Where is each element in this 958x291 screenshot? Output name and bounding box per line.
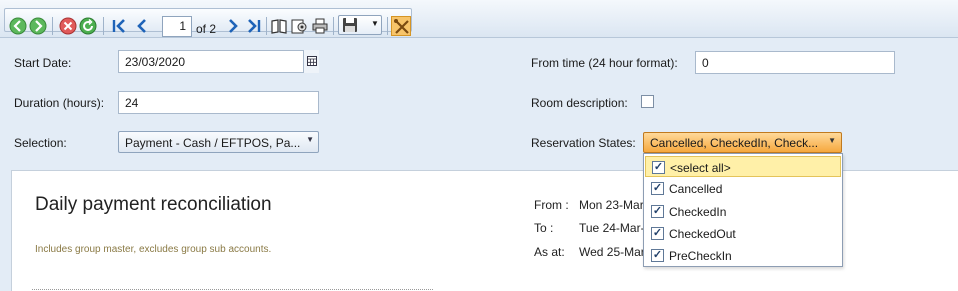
toolbar-separator	[103, 17, 104, 35]
chevron-down-icon: ▼	[371, 19, 379, 28]
refresh-icon[interactable]	[79, 17, 97, 35]
selection-dropdown[interactable]: Payment - Cash / EFTPOS, Pa... ▼	[118, 131, 319, 153]
first-page-icon[interactable]	[110, 17, 128, 35]
start-date-input[interactable]: 23/03/2020	[118, 50, 319, 73]
report-asat-label: As at:	[534, 245, 565, 259]
calendar-icon	[307, 56, 317, 66]
selection-value: Payment - Cash / EFTPOS, Pa...	[125, 136, 301, 150]
chevron-down-icon: ▼	[306, 135, 314, 144]
checkbox-checked-icon: ✓	[651, 249, 664, 262]
dropdown-item-label: PreCheckIn	[669, 249, 732, 263]
report-to-label: To :	[534, 221, 554, 235]
page-total-label: of 2	[196, 22, 217, 36]
reservation-states-list: ✓ <select all> ✓ Cancelled ✓ CheckedIn ✓…	[643, 153, 843, 267]
previous-page-icon[interactable]	[133, 17, 151, 35]
report-asat-value: Wed 25-Mar-	[579, 245, 649, 259]
print-icon[interactable]	[311, 17, 329, 35]
save-dropdown-button[interactable]: ▼	[338, 15, 382, 35]
reservation-states-value: Cancelled, CheckedIn, Check...	[650, 136, 819, 150]
report-divider	[32, 289, 433, 290]
back-icon[interactable]	[9, 17, 27, 35]
reservation-states-dropdown[interactable]: Cancelled, CheckedIn, Check... ▼	[643, 132, 842, 153]
next-page-icon[interactable]	[224, 17, 242, 35]
calendar-button[interactable]	[303, 50, 319, 73]
checkbox-checked-icon: ✓	[651, 182, 664, 195]
print-layout-icon[interactable]	[270, 17, 288, 35]
duration-input[interactable]: 24	[118, 91, 319, 114]
forward-icon[interactable]	[29, 17, 47, 35]
room-description-label: Room description:	[531, 96, 628, 110]
report-subtitle: Includes group master, excludes group su…	[35, 244, 272, 255]
report-to-value: Tue 24-Mar-	[579, 221, 645, 235]
page-number-input[interactable]: 1	[162, 16, 192, 37]
from-time-input[interactable]: 0	[695, 51, 895, 74]
report-from-value: Mon 23-Mar-	[579, 198, 648, 212]
dropdown-item-label: CheckedOut	[669, 227, 736, 241]
toolbar-separator	[387, 17, 388, 35]
save-icon	[343, 18, 357, 32]
room-description-checkbox[interactable]	[641, 95, 654, 108]
from-time-label: From time (24 hour format):	[531, 56, 678, 70]
reservation-states-label: Reservation States:	[531, 136, 636, 150]
parameters-icon[interactable]	[391, 16, 411, 36]
page-setup-icon[interactable]	[290, 17, 308, 35]
dropdown-item-label: Cancelled	[669, 182, 723, 196]
report-title: Daily payment reconciliation	[35, 194, 272, 215]
chevron-down-icon: ▼	[828, 136, 836, 145]
checkbox-checked-icon: ✓	[652, 161, 665, 174]
toolbar-separator	[266, 17, 267, 35]
start-date-label: Start Date:	[14, 56, 72, 70]
selection-label: Selection:	[14, 136, 67, 150]
dropdown-item-checkedin[interactable]: ✓ CheckedIn	[645, 201, 841, 222]
checkbox-checked-icon: ✓	[651, 205, 664, 218]
dropdown-item-checkedout[interactable]: ✓ CheckedOut	[645, 223, 841, 244]
dropdown-item-label: CheckedIn	[669, 205, 727, 219]
report-from-label: From :	[534, 198, 569, 212]
toolbar-separator	[52, 17, 53, 35]
last-page-icon[interactable]	[245, 17, 263, 35]
dropdown-item-select-all[interactable]: ✓ <select all>	[645, 156, 841, 177]
dropdown-item-label: <select all>	[670, 161, 731, 175]
checkbox-checked-icon: ✓	[651, 227, 664, 240]
duration-label: Duration (hours):	[14, 96, 105, 110]
toolbar-separator	[333, 17, 334, 35]
stop-icon[interactable]	[59, 17, 77, 35]
dropdown-item-precheckin[interactable]: ✓ PreCheckIn	[645, 245, 841, 266]
dropdown-item-cancelled[interactable]: ✓ Cancelled	[645, 178, 841, 199]
